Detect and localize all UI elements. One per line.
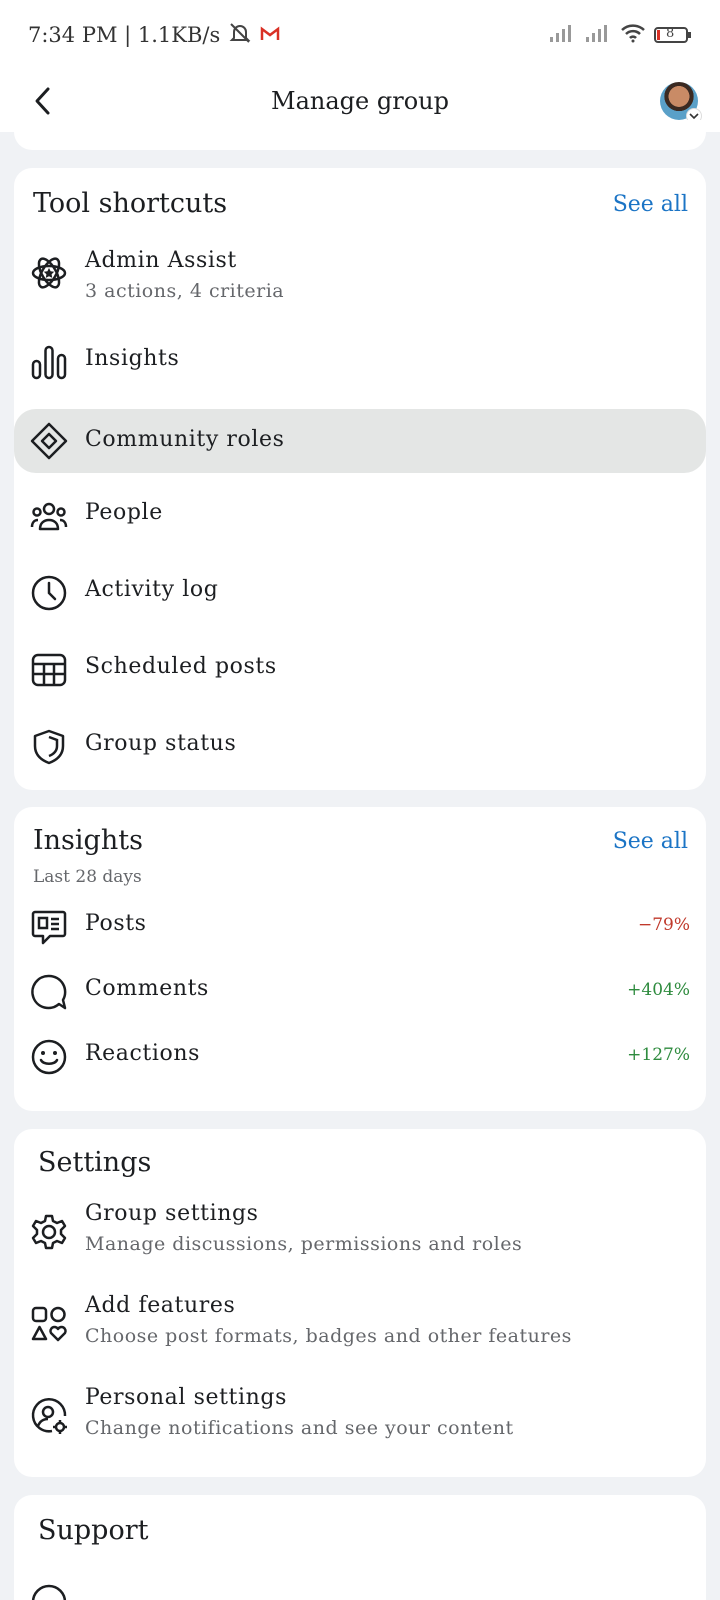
gear-icon: [30, 1213, 68, 1251]
tool-scheduled-posts[interactable]: Scheduled posts: [14, 640, 706, 700]
previous-card-bottom: [14, 120, 706, 150]
settings-label: Group settings: [85, 1201, 259, 1226]
section-title-settings: Settings: [38, 1147, 152, 1178]
post-icon: [30, 908, 68, 946]
insight-label: Comments: [85, 976, 209, 1001]
wifi-icon: [620, 23, 646, 48]
tool-shortcuts-card: Tool shortcuts See all Admin Assist 3 ac…: [14, 168, 706, 790]
smiley-icon: [30, 1038, 68, 1076]
back-button[interactable]: [28, 84, 60, 118]
status-time-speed: 7:34 PM | 1.1KB/s: [28, 23, 221, 47]
gmail-icon: [260, 23, 280, 47]
settings-add-features[interactable]: Add features Choose post formats, badges…: [14, 1293, 706, 1369]
support-item[interactable]: [14, 1583, 706, 1600]
tool-label: Activity log: [85, 577, 219, 602]
help-icon: [30, 1583, 68, 1600]
settings-sublabel: Manage discussions, permissions and role…: [85, 1233, 523, 1255]
battery-level: 8: [666, 26, 675, 41]
signal-icon: [548, 23, 576, 48]
signal-icon-2: [584, 23, 612, 48]
insight-change: +404%: [627, 980, 690, 1000]
mute-icon: [228, 21, 252, 50]
see-all-insights-link[interactable]: See all: [613, 829, 688, 854]
tool-activity-log[interactable]: Activity log: [14, 563, 706, 623]
chevron-left-icon: [35, 87, 50, 115]
tool-label: Admin Assist: [85, 248, 237, 273]
insight-reactions[interactable]: Reactions +127%: [14, 1029, 706, 1085]
insights-period: Last 28 days: [33, 867, 142, 887]
settings-label: Personal settings: [85, 1385, 287, 1410]
settings-label: Add features: [85, 1293, 236, 1318]
section-title-support: Support: [38, 1515, 149, 1546]
insight-posts[interactable]: Posts −79%: [14, 899, 706, 955]
insight-label: Posts: [85, 911, 147, 936]
tool-people[interactable]: People: [14, 486, 706, 546]
clock-icon: [30, 574, 68, 612]
tool-label: Scheduled posts: [85, 654, 277, 679]
features-icon: [30, 1305, 68, 1343]
tool-label: Insights: [85, 346, 180, 371]
tool-community-roles[interactable]: Community roles: [14, 409, 706, 473]
status-bar: 7:34 PM | 1.1KB/s 8: [0, 0, 720, 70]
see-all-tools-link[interactable]: See all: [613, 192, 688, 217]
insight-change: −79%: [637, 915, 690, 935]
tool-admin-assist[interactable]: Admin Assist 3 actions, 4 criteria: [14, 244, 706, 314]
insights-card: Insights See all Last 28 days Posts −79%…: [14, 807, 706, 1111]
tool-label: People: [85, 500, 163, 525]
section-title-tool-shortcuts: Tool shortcuts: [33, 188, 228, 219]
personal-settings-icon: [30, 1397, 68, 1435]
bar-chart-icon: [30, 343, 68, 381]
tool-insights[interactable]: Insights: [14, 332, 706, 392]
insight-change: +127%: [627, 1045, 690, 1065]
comment-icon: [30, 973, 68, 1011]
shield-icon: [30, 728, 68, 766]
admin-assist-icon: [30, 254, 68, 292]
insight-comments[interactable]: Comments +404%: [14, 964, 706, 1020]
tool-sublabel: 3 actions, 4 criteria: [85, 280, 285, 302]
avatar[interactable]: [660, 82, 702, 124]
battery-icon: 8: [654, 25, 692, 45]
settings-sublabel: Choose post formats, badges and other fe…: [85, 1325, 572, 1347]
tool-label: Group status: [85, 731, 237, 756]
insight-label: Reactions: [85, 1041, 201, 1066]
support-card: Support: [14, 1495, 706, 1600]
settings-card: Settings Group settings Manage discussio…: [14, 1129, 706, 1477]
settings-sublabel: Change notifications and see your conten…: [85, 1417, 514, 1439]
tool-label: Community roles: [85, 427, 285, 452]
settings-group-settings[interactable]: Group settings Manage discussions, permi…: [14, 1201, 706, 1277]
tool-group-status[interactable]: Group status: [14, 717, 706, 777]
people-icon: [30, 497, 68, 535]
section-title-insights: Insights: [33, 825, 143, 856]
settings-personal-settings[interactable]: Personal settings Change notifications a…: [14, 1385, 706, 1461]
diamond-icon: [30, 422, 68, 460]
calendar-icon: [30, 651, 68, 689]
page-title: Manage group: [271, 87, 449, 115]
